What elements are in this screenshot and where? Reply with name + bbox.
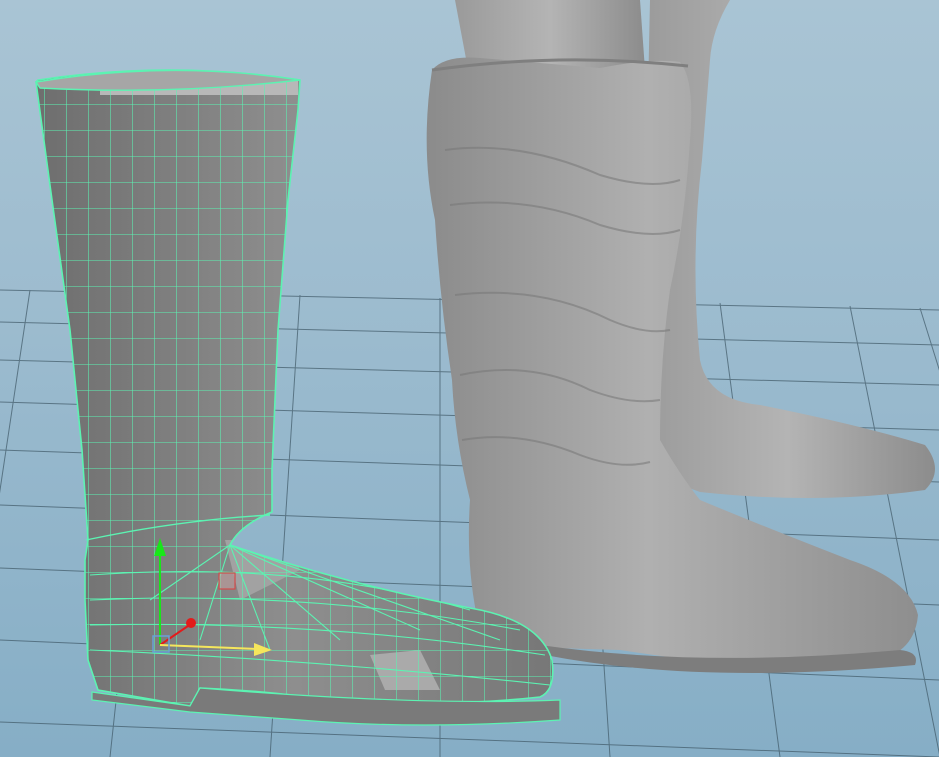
selected-face-marker[interactable]	[218, 572, 236, 590]
viewport-3d[interactable]	[0, 0, 939, 757]
manipulator-x-handle[interactable]	[186, 618, 196, 628]
viewport-canvas[interactable]	[0, 0, 939, 757]
